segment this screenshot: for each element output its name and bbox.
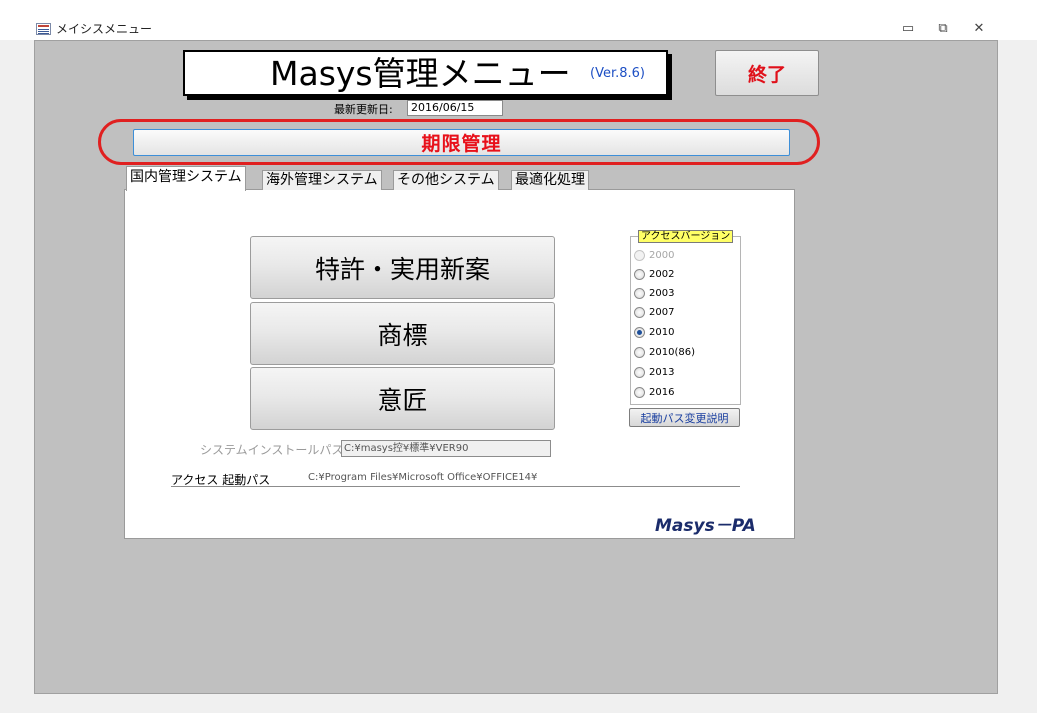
version-option-label: 2010(86) — [649, 346, 695, 358]
radio-icon — [634, 268, 645, 280]
radio-icon — [634, 346, 645, 358]
install-path-field[interactable]: C:¥masys控¥標準¥VER90 — [341, 440, 551, 457]
patent-utility-model-button[interactable]: 特許・実用新案 — [250, 236, 555, 299]
radio-icon — [634, 386, 645, 398]
trademark-button[interactable]: 商標 — [250, 302, 555, 365]
radio-icon — [634, 326, 645, 338]
window-title: メイシスメニュー — [56, 22, 153, 36]
menu-title: Masys管理メニュー — [270, 54, 571, 93]
version-option-label: 2000 — [649, 249, 675, 261]
version-option-label: 2010 — [649, 326, 675, 338]
radio-icon — [634, 287, 645, 299]
menu-title-box: Masys管理メニュー (Ver.8.6) — [183, 50, 668, 96]
tab-domestic-system[interactable]: 国内管理システム — [126, 166, 246, 191]
version-label: (Ver.8.6) — [590, 66, 645, 81]
version-option-label: 2002 — [649, 268, 675, 280]
exit-button[interactable]: 終了 — [715, 50, 819, 96]
access-launch-path-field[interactable]: C:¥Program Files¥Microsoft Office¥OFFICE… — [308, 472, 537, 483]
version-option-2000[interactable]: 2000 — [634, 247, 674, 263]
design-button[interactable]: 意匠 — [250, 367, 555, 430]
version-option-2016[interactable]: 2016 — [634, 384, 674, 400]
minimize-button[interactable]: ▭ — [896, 20, 920, 38]
launch-path-underline — [171, 486, 740, 487]
app-form-icon — [36, 23, 51, 35]
launch-path-help-button[interactable]: 起動パス変更説明 — [629, 408, 740, 427]
version-option-label: 2013 — [649, 366, 675, 378]
close-window-button[interactable]: ✕ — [967, 20, 991, 38]
version-option-label: 2003 — [649, 287, 675, 299]
version-option-2007[interactable]: 2007 — [634, 304, 674, 320]
window-right-edge — [1004, 40, 1037, 713]
access-version-label: アクセスバージョン — [638, 230, 734, 243]
brand-logo: Masys－PA — [655, 516, 756, 536]
last-updated-field[interactable]: 2016/06/15 — [407, 100, 503, 116]
radio-icon — [634, 366, 645, 378]
version-option-2010-86[interactable]: 2010(86) — [634, 344, 695, 360]
version-option-2013[interactable]: 2013 — [634, 364, 674, 380]
install-path-label: システムインストールパス — [200, 443, 344, 457]
version-option-2002[interactable]: 2002 — [634, 266, 674, 282]
version-option-label: 2016 — [649, 386, 675, 398]
tab-overseas-system[interactable]: 海外管理システム — [262, 170, 382, 190]
tab-other-system[interactable]: その他システム — [393, 170, 499, 190]
version-option-label: 2007 — [649, 306, 675, 318]
title-bar — [0, 0, 1037, 40]
radio-icon — [634, 306, 645, 318]
restore-button[interactable]: ⧉ — [931, 20, 955, 38]
version-option-2010[interactable]: 2010 — [634, 324, 674, 340]
last-updated-label: 最新更新日: — [334, 103, 393, 116]
deadline-management-button[interactable]: 期限管理 — [133, 129, 790, 156]
radio-icon — [634, 249, 645, 261]
version-option-2003[interactable]: 2003 — [634, 285, 674, 301]
tab-optimization[interactable]: 最適化処理 — [511, 170, 589, 190]
